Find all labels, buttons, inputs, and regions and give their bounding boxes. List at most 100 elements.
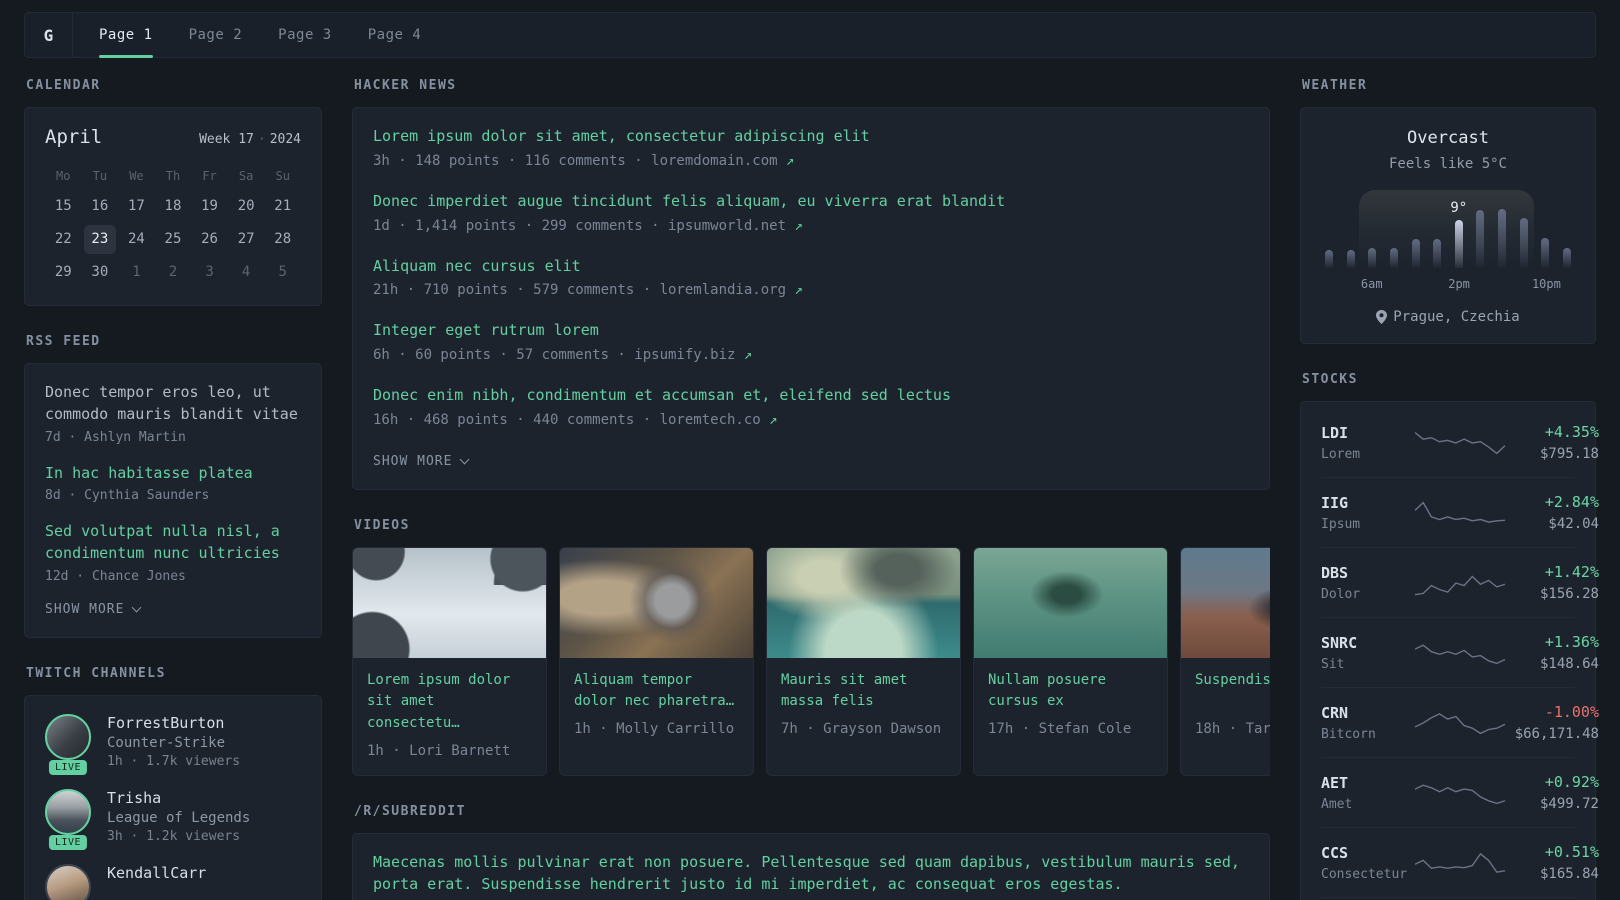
rss-item-title[interactable]: Sed volutpat nulla nisl, a condimentum n…: [45, 521, 301, 565]
twitch-channel-name[interactable]: ForrestBurton: [107, 714, 240, 732]
day-number: 22: [54, 231, 72, 247]
video-card[interactable]: Lorem ipsum dolor sit amet consectetu… 1…: [352, 546, 547, 776]
stock-sparkline: [1415, 708, 1505, 738]
day-number: 1: [132, 264, 141, 280]
stock-symbol[interactable]: AET: [1321, 774, 1415, 792]
video-title[interactable]: Nullam posuere cursus ex: [988, 670, 1153, 713]
video-title[interactable]: Lorem ipsum dolor sit amet consectetu…: [367, 670, 532, 735]
weather-widget: WEATHER Overcast Feels like 5°C 9° 6am 2…: [1300, 78, 1596, 344]
stock-values: +0.51% $165.84: [1505, 843, 1599, 882]
stock-row[interactable]: SNRC Sit +1.36% $148.64: [1321, 617, 1599, 687]
stock-symbol[interactable]: IIG: [1321, 494, 1415, 512]
hn-item-title[interactable]: Lorem ipsum dolor sit amet, consectetur …: [373, 126, 1249, 148]
stock-row[interactable]: AET Amet +0.92% $499.72: [1321, 757, 1599, 827]
tab-page-1[interactable]: Page 1: [99, 13, 153, 58]
right-column: WEATHER Overcast Feels like 5°C 9° 6am 2…: [1300, 78, 1599, 900]
calendar-year: 2024: [269, 132, 301, 147]
video-title[interactable]: Aliquam tempor dolor nec pharetra…: [574, 670, 739, 713]
stock-row[interactable]: IIG Ipsum +2.84% $42.04: [1321, 477, 1599, 547]
external-link-icon[interactable]: ↗: [744, 347, 752, 363]
video-card-body: Suspendisse diam 18h · Tara: [1181, 658, 1270, 753]
rss-show-more-button[interactable]: SHOW MORE: [45, 600, 142, 619]
hn-item-title[interactable]: Integer eget rutrum lorem: [373, 320, 1249, 342]
calendar-day: 20: [228, 192, 265, 221]
stock-id: DBS Dolor: [1321, 564, 1415, 602]
location-pin-icon: [1376, 310, 1388, 324]
app-logo: G: [25, 13, 73, 57]
external-link-icon[interactable]: ↗: [794, 282, 802, 298]
twitch-channel[interactable]: LIVE Trisha League of Legends 3h · 1.2k …: [45, 788, 301, 850]
video-title[interactable]: Suspendisse diam: [1195, 670, 1270, 713]
video-thumbnail-concrete-towers[interactable]: [353, 547, 546, 658]
calendar-month: April: [45, 126, 103, 148]
hn-show-more-button[interactable]: SHOW MORE: [373, 452, 470, 471]
weather-location-text: Prague, Czechia: [1393, 309, 1520, 325]
weekday-label: Mo: [56, 169, 71, 183]
stocks-section-label: STOCKS: [1302, 372, 1358, 387]
hn-item-title[interactable]: Donec enim nibh, condimentum et accumsan…: [373, 385, 1249, 407]
weather-bar: [1433, 239, 1442, 268]
weather-bar-chart: 9° 6am 2pm 10pm: [1321, 190, 1575, 293]
calendar-day: 29: [45, 258, 82, 287]
video-thumbnail-boat-wake[interactable]: [767, 547, 960, 658]
stock-symbol[interactable]: DBS: [1321, 564, 1415, 582]
tab-page-2[interactable]: Page 2: [189, 13, 243, 57]
video-thumbnail-foggy-figure[interactable]: [1181, 547, 1270, 658]
hn-item-title[interactable]: Aliquam nec cursus elit: [373, 256, 1249, 278]
chevron-down-icon: [460, 454, 470, 465]
video-thumbnail-camera-hands[interactable]: [560, 547, 753, 658]
day-number: 16: [91, 198, 109, 214]
stock-symbol[interactable]: LDI: [1321, 424, 1415, 442]
twitch-game: Counter-Strike: [107, 734, 226, 751]
calendar-day: 30: [82, 258, 119, 287]
stock-row[interactable]: DBS Dolor +1.42% $156.28: [1321, 547, 1599, 617]
stock-row[interactable]: CCS Consectetur +0.51% $165.84: [1321, 827, 1599, 897]
show-more-label: SHOW MORE: [45, 601, 125, 617]
video-title[interactable]: Mauris sit amet massa felis: [781, 670, 946, 713]
reddit-post-title[interactable]: Maecenas mollis pulvinar erat non posuer…: [373, 852, 1249, 896]
tab-page-4[interactable]: Page 4: [368, 13, 422, 57]
day-number: 23: [83, 225, 116, 254]
stock-values: +2.84% $42.04: [1505, 493, 1599, 532]
stock-change: +4.35%: [1544, 423, 1599, 441]
video-card[interactable]: Aliquam tempor dolor nec pharetra… 1h · …: [559, 546, 754, 776]
video-card-body: Mauris sit amet massa felis 7h · Grayson…: [767, 658, 960, 753]
calendar-day: 19: [191, 192, 228, 221]
live-badge: LIVE: [48, 834, 88, 850]
weather-bar: [1389, 248, 1398, 268]
twitch-channel[interactable]: KendallCarr: [45, 863, 301, 900]
stock-symbol[interactable]: SNRC: [1321, 634, 1415, 652]
rss-item-title[interactable]: Donec tempor eros leo, ut commodo mauris…: [45, 382, 301, 426]
tab-page-3[interactable]: Page 3: [278, 13, 332, 57]
video-card[interactable]: Mauris sit amet massa felis 7h · Grayson…: [766, 546, 961, 776]
rss-item-title[interactable]: In hac habitasse platea: [45, 463, 301, 485]
twitch-channel[interactable]: LIVE ForrestBurton Counter-Strike 1h · 1…: [45, 713, 301, 775]
video-card[interactable]: Suspendisse diam 18h · Tara: [1180, 546, 1270, 776]
stock-symbol[interactable]: CCS: [1321, 844, 1415, 862]
stock-symbol[interactable]: CRN: [1321, 704, 1415, 722]
stock-sparkline: [1415, 778, 1505, 808]
stock-row[interactable]: LDI Lorem +4.35% $795.18: [1321, 408, 1599, 477]
time-label: 6am: [1360, 277, 1383, 291]
external-link-icon[interactable]: ↗: [769, 412, 777, 428]
stock-values: +4.35% $795.18: [1505, 423, 1599, 462]
day-number: 15: [54, 198, 72, 214]
video-card[interactable]: Nullam posuere cursus ex 17h · Stefan Co…: [973, 546, 1168, 776]
stock-values: +1.36% $148.64: [1505, 633, 1599, 672]
video-thumbnail-canoe-lake[interactable]: [974, 547, 1167, 658]
hn-item-title[interactable]: Donec imperdiet augue tincidunt felis al…: [373, 191, 1249, 213]
calendar-separator-dot: ·: [257, 132, 266, 147]
twitch-channel-name[interactable]: Trisha: [107, 789, 250, 807]
twitch-channel-name[interactable]: KendallCarr: [107, 864, 206, 882]
day-number: 3: [205, 264, 214, 280]
rss-section-label: RSS FEED: [26, 334, 101, 349]
external-link-icon[interactable]: ↗: [794, 218, 802, 234]
calendar-day: 22: [45, 225, 82, 254]
external-link-icon[interactable]: ↗: [786, 153, 794, 169]
stocks-card: LDI Lorem +4.35% $795.18 IIG Ipsum +2.84% $4…: [1300, 401, 1599, 900]
weather-bar: [1562, 248, 1571, 268]
stock-row[interactable]: CRN Bitcorn -1.00% $66,171.48: [1321, 687, 1599, 757]
stock-values: -1.00% $66,171.48: [1505, 703, 1599, 742]
calendar-day-selected: 23: [82, 225, 119, 254]
weather-bar: [1541, 238, 1550, 268]
